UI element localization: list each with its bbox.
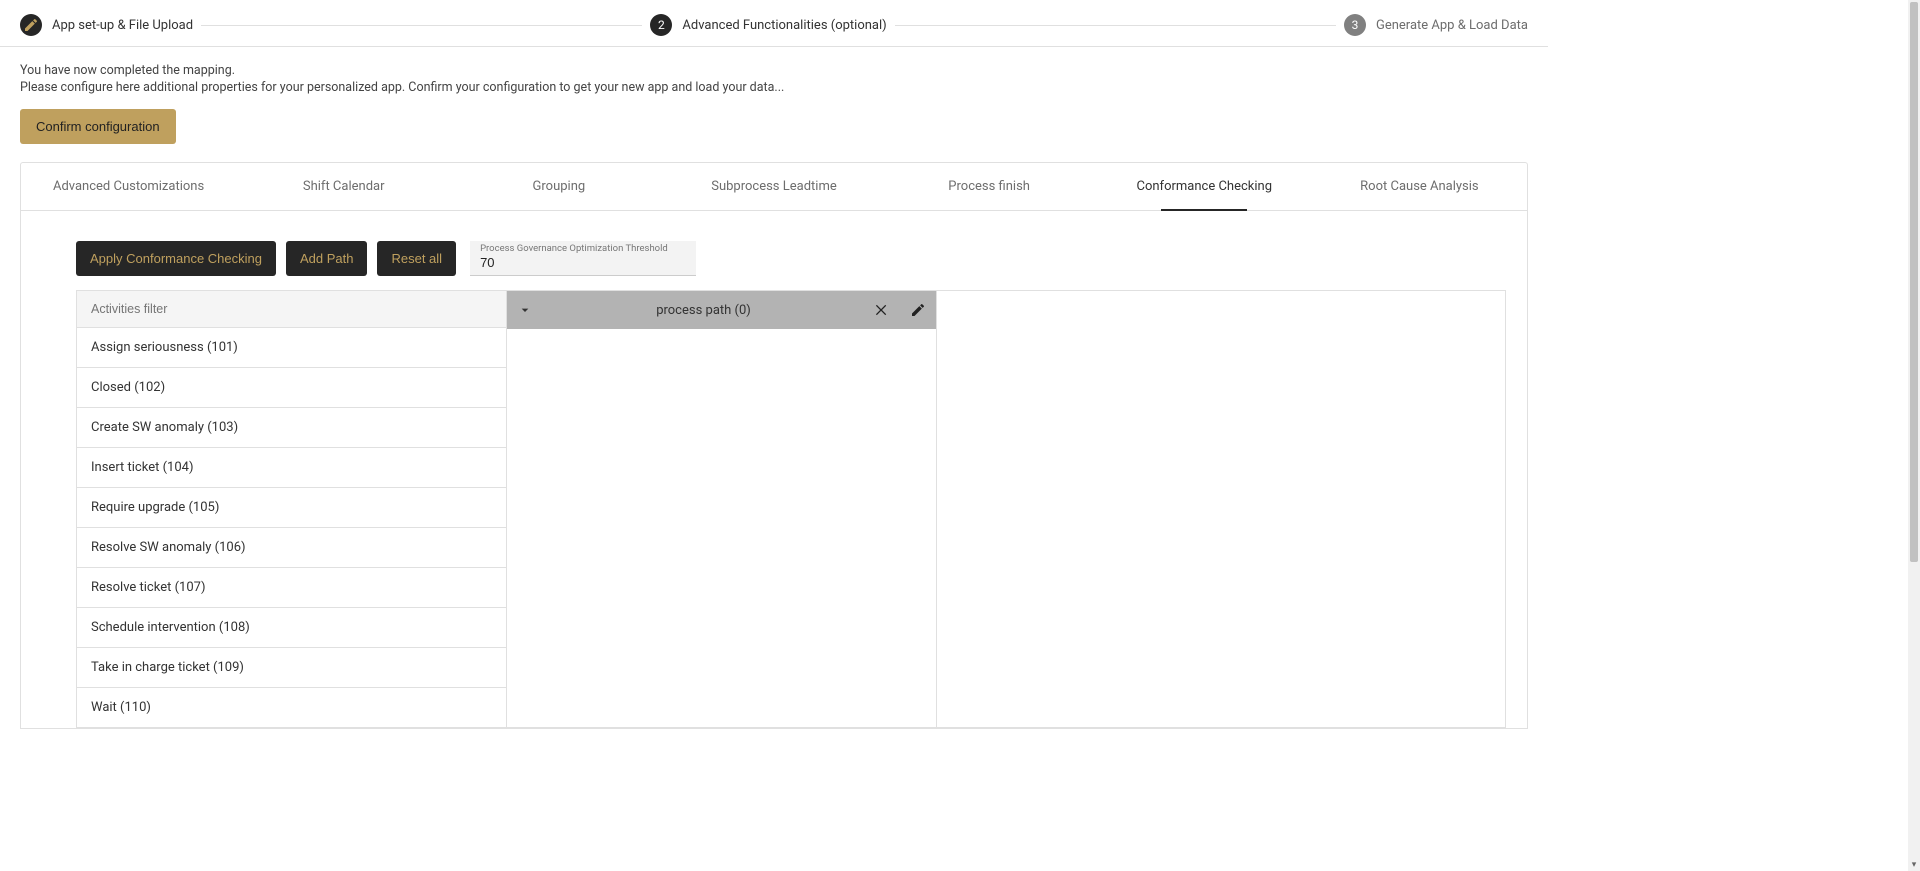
step-3[interactable]: 3 Generate App & Load Data [1344, 14, 1528, 36]
activity-item[interactable]: Resolve ticket (107) [77, 568, 506, 608]
tab-shift-calendar[interactable]: Shift Calendar [236, 163, 451, 210]
activity-item[interactable]: Schedule intervention (108) [77, 608, 506, 648]
vertical-scrollbar[interactable]: ▾ [1908, 0, 1920, 871]
activity-item[interactable]: Require upgrade (105) [77, 488, 506, 528]
threshold-field[interactable]: Process Governance Optimization Threshol… [470, 241, 696, 276]
reset-all-button[interactable]: Reset all [377, 241, 456, 276]
step-connector [201, 25, 642, 26]
intro-line-1: You have now completed the mapping. [20, 63, 1528, 78]
process-path-title: process path (0) [543, 303, 864, 318]
add-path-button[interactable]: Add Path [286, 241, 368, 276]
activities-filter-input[interactable] [89, 301, 494, 317]
apply-conformance-checking-button[interactable]: Apply Conformance Checking [76, 241, 276, 276]
pencil-icon[interactable] [900, 302, 936, 318]
scrollbar-thumb[interactable] [1910, 2, 1918, 562]
activities-filter-wrap [77, 291, 506, 328]
tab-subprocess-leadtime[interactable]: Subprocess Leadtime [666, 163, 881, 210]
threshold-input[interactable] [480, 254, 686, 270]
close-icon[interactable] [864, 302, 900, 318]
activity-item[interactable]: Wait (110) [77, 688, 506, 727]
empty-panel [937, 291, 1505, 727]
intro-block: You have now completed the mapping. Plea… [0, 47, 1548, 144]
action-row: Apply Conformance Checking Add Path Rese… [21, 211, 1527, 276]
content-columns: Assign seriousness (101) Closed (102) Cr… [76, 290, 1506, 728]
activity-item[interactable]: Create SW anomaly (103) [77, 408, 506, 448]
step-connector [895, 25, 1336, 26]
step-2[interactable]: 2 Advanced Functionalities (optional) [650, 14, 886, 36]
step-2-label: Advanced Functionalities (optional) [682, 18, 886, 33]
threshold-label: Process Governance Optimization Threshol… [480, 244, 686, 254]
activity-item[interactable]: Take in charge ticket (109) [77, 648, 506, 688]
process-path-panel: process path (0) [507, 291, 937, 727]
activity-item[interactable]: Insert ticket (104) [77, 448, 506, 488]
activities-panel: Assign seriousness (101) Closed (102) Cr… [77, 291, 507, 727]
activity-item[interactable]: Closed (102) [77, 368, 506, 408]
activity-item[interactable]: Assign seriousness (101) [77, 328, 506, 368]
step-2-number: 2 [650, 14, 672, 36]
confirm-configuration-button[interactable]: Confirm configuration [20, 109, 176, 144]
pencil-icon [20, 14, 42, 36]
intro-line-2: Please configure here additional propert… [20, 80, 1528, 95]
tab-root-cause-analysis[interactable]: Root Cause Analysis [1312, 163, 1527, 210]
tab-bar: Advanced Customizations Shift Calendar G… [21, 163, 1527, 211]
activity-item[interactable]: Resolve SW anomaly (106) [77, 528, 506, 568]
tab-process-finish[interactable]: Process finish [882, 163, 1097, 210]
chevron-down-icon[interactable] [507, 302, 543, 318]
scrollbar-down-arrow-icon[interactable]: ▾ [1908, 859, 1920, 871]
step-1-label: App set-up & File Upload [52, 18, 193, 33]
wizard-stepper: App set-up & File Upload 2 Advanced Func… [0, 0, 1548, 47]
step-1[interactable]: App set-up & File Upload [20, 14, 193, 36]
tab-grouping[interactable]: Grouping [451, 163, 666, 210]
tab-conformance-checking[interactable]: Conformance Checking [1097, 163, 1312, 210]
step-3-label: Generate App & Load Data [1376, 18, 1528, 33]
tab-advanced-customizations[interactable]: Advanced Customizations [21, 163, 236, 210]
step-3-number: 3 [1344, 14, 1366, 36]
process-path-header: process path (0) [507, 291, 936, 329]
